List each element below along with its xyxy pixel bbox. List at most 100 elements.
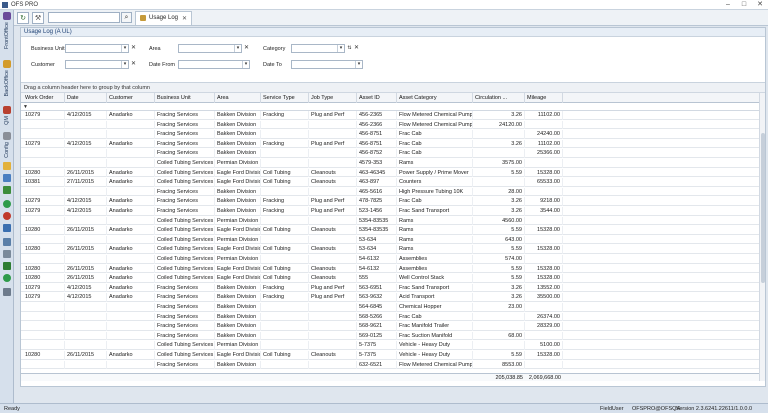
clear-business-unit-icon[interactable]: ✕ — [130, 44, 137, 52]
tools-button[interactable]: ⚒ — [32, 11, 44, 24]
chevron-down-icon[interactable]: ▾ — [242, 61, 249, 68]
chevron-down-icon[interactable]: ▾ — [337, 45, 344, 52]
clear-category-icon[interactable]: ✕ — [353, 44, 360, 52]
nav-tab-frontoffice[interactable]: FrontOffice — [0, 12, 14, 49]
export-icon[interactable] — [3, 262, 11, 270]
table-row[interactable]: 10279 4/12/2015 Anadarko Fracing Services Ba… — [21, 283, 759, 293]
column-header-work-order[interactable]: Work Order — [23, 93, 65, 103]
area-combo[interactable]: ▾ — [178, 44, 242, 53]
cell-customer: Anadarko — [107, 197, 155, 206]
chevron-down-icon[interactable]: ▾ — [121, 61, 128, 68]
table-row[interactable]: 10280 26/11/2015 Anadarko Coiled Tubing Ser… — [21, 226, 759, 235]
cell-business-unit: Coiled Tubing Services — [157, 159, 215, 168]
cell-area: Permian Division — [215, 341, 261, 350]
column-header-service-type[interactable]: Service Type — [261, 93, 309, 103]
cell-job-type: Cleanouts — [309, 178, 357, 187]
clear-customer-icon[interactable]: ✕ — [130, 60, 137, 68]
column-header-job-type[interactable]: Job Type — [309, 93, 357, 103]
table-row[interactable]: Fracing Services Bakken Division 564-6845 C… — [21, 303, 759, 312]
column-header-mileage[interactable]: Mileage — [525, 93, 563, 103]
print-icon[interactable] — [3, 288, 11, 296]
chevron-down-icon[interactable]: ▾ — [121, 45, 128, 52]
group-by-hint[interactable]: Drag a column header here to group by th… — [21, 83, 765, 93]
business-unit-combo[interactable]: ▾ — [65, 44, 129, 53]
cell-date: 4/12/2015 — [65, 139, 107, 149]
chart-icon[interactable] — [3, 186, 11, 194]
table-row[interactable]: Fracing Services Bakken Division 465-5616 H… — [21, 187, 759, 197]
table-row[interactable]: Fracing Services Bakken Division 569-0125 F… — [21, 331, 759, 341]
nav-tab-config[interactable]: Config — [0, 132, 14, 158]
table-row[interactable]: Coiled Tubing Services Permian Division 45… — [21, 159, 759, 168]
table-row[interactable]: 10279 4/12/2015 Anadarko Fracing Services Ba… — [21, 207, 759, 216]
folder-icon[interactable] — [3, 162, 11, 170]
table-row[interactable]: Fracing Services Bakken Division 456-8752 F… — [21, 149, 759, 158]
table-row[interactable]: 10280 26/11/2015 Anadarko Coiled Tubing Ser… — [21, 264, 759, 274]
table-row[interactable]: 10381 27/11/2015 Anadarko Coiled Tubing Ser… — [21, 178, 759, 187]
cell-circulation: 3.26 — [473, 197, 525, 206]
category-spin-icon[interactable]: ⇅ — [346, 44, 353, 52]
cell-circulation: 5.59 — [473, 168, 525, 178]
table-row[interactable]: Fracing Services Bakken Division 568-5266 F… — [21, 312, 759, 322]
chevron-down-icon[interactable]: ▾ — [234, 45, 241, 52]
cell-area: Eagle Ford Division — [217, 178, 261, 187]
help-icon[interactable] — [3, 274, 11, 282]
filter-icon[interactable]: ▼ — [23, 103, 28, 111]
table-row[interactable]: Fracing Services Bakken Division 568-9621 F… — [21, 322, 759, 331]
cell-job-type: Cleanouts — [309, 274, 357, 283]
clear-area-icon[interactable]: ✕ — [243, 44, 250, 52]
column-header-business-unit[interactable]: Business Unit — [155, 93, 215, 103]
maximize-button[interactable]: □ — [736, 0, 752, 10]
scrollbar-thumb[interactable] — [761, 133, 765, 283]
table-row[interactable]: Coiled Tubing Services Permian Division 53… — [21, 235, 759, 245]
list-icon[interactable] — [3, 174, 11, 182]
customer-combo[interactable]: ▾ — [65, 60, 129, 69]
table-row[interactable]: 10280 26/11/2015 Anadarko Coiled Tubing Ser… — [21, 168, 759, 178]
minimize-button[interactable]: – — [720, 0, 736, 10]
cell-service-type: Coil Tubing — [261, 351, 309, 360]
grid-filter-row[interactable]: ▼ — [21, 103, 759, 111]
users-icon[interactable] — [3, 224, 11, 232]
table-row[interactable]: Fracing Services Bakken Division 456-2366 F… — [21, 120, 759, 130]
nav-tab-backoffice[interactable]: BackOffice — [0, 60, 14, 97]
table-row[interactable]: 10279 4/12/2015 Anadarko Fracing Services Ba… — [21, 293, 759, 302]
column-header-area[interactable]: Area — [215, 93, 261, 103]
category-combo[interactable]: ▾ — [291, 44, 345, 53]
cell-asset-id: 456-2365 — [357, 111, 397, 120]
close-window-button[interactable]: ✕ — [752, 0, 768, 10]
globe-icon[interactable] — [3, 200, 11, 208]
cell-circulation: 3.26 — [473, 283, 525, 293]
table-row[interactable]: Fracing Services Bakken Division 456-8751 F… — [21, 130, 759, 139]
cell-date: 27/11/2015 — [65, 178, 107, 187]
date-to-picker[interactable]: ▾ — [291, 60, 363, 69]
column-header-circulation[interactable]: Circulation ... — [473, 93, 525, 103]
settings-icon[interactable] — [3, 250, 11, 258]
table-row[interactable]: Coiled Tubing Services Permian Division 5-… — [21, 341, 759, 350]
table-row[interactable]: 10279 4/12/2015 Anadarko Fracing Services Ba… — [21, 139, 759, 149]
table-row[interactable]: 10280 26/11/2015 Anadarko Coiled Tubing Ser… — [21, 274, 759, 283]
tab-close-icon[interactable]: ✕ — [182, 15, 187, 22]
grid-vertical-scrollbar[interactable] — [759, 93, 765, 381]
tab-usage-log[interactable]: Usage Log ✕ — [135, 10, 193, 25]
column-header-date[interactable]: Date — [65, 93, 107, 103]
date-from-picker[interactable]: ▾ — [178, 60, 250, 69]
cell-customer: Anadarko — [107, 207, 155, 216]
column-header-asset-id[interactable]: Asset ID — [357, 93, 397, 103]
report-icon[interactable] — [3, 238, 11, 246]
column-header-customer[interactable]: Customer — [107, 93, 155, 103]
stop-icon[interactable] — [3, 212, 11, 220]
refresh-button[interactable]: ↻ — [17, 11, 29, 24]
table-row[interactable]: 10280 26/11/2015 Anadarko Coiled Tubing Ser… — [21, 245, 759, 254]
global-search-input[interactable] — [48, 12, 120, 23]
table-row[interactable]: Coiled Tubing Services Permian Division 53… — [21, 216, 759, 226]
table-row[interactable]: 10279 4/12/2015 Anadarko Fracing Services Ba… — [21, 197, 759, 206]
table-row[interactable]: Fracing Services Bakken Division 632-6521 F… — [21, 360, 759, 370]
nav-tab-qm[interactable]: QM — [0, 106, 14, 125]
cell-date: 4/12/2015 — [65, 111, 107, 120]
table-row[interactable]: 10280 26/11/2015 Anadarko Coiled Tubing Ser… — [21, 351, 759, 360]
search-icon[interactable]: ⌕ — [121, 12, 132, 23]
chevron-down-icon[interactable]: ▾ — [355, 61, 362, 68]
cell-service-type — [261, 216, 309, 226]
table-row[interactable]: 10279 4/12/2015 Anadarko Fracing Services Ba… — [21, 111, 759, 120]
column-header-asset-category[interactable]: Asset Category — [397, 93, 473, 103]
table-row[interactable]: Coiled Tubing Services Permian Division 54… — [21, 255, 759, 264]
